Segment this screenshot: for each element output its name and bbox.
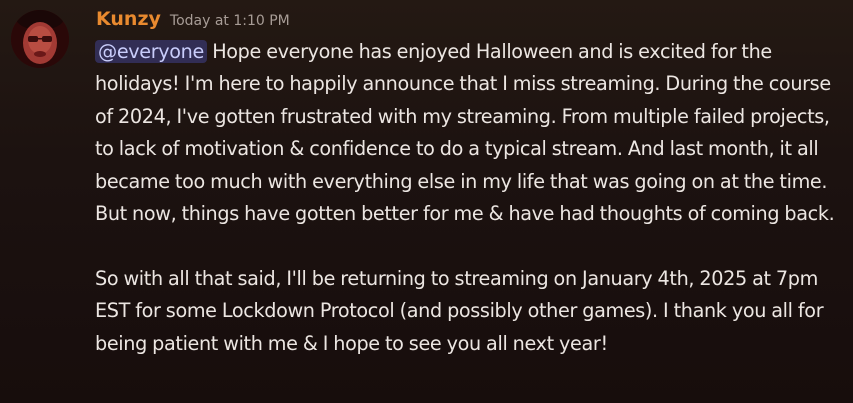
avatar[interactable]	[11, 10, 69, 68]
username[interactable]: Kunzy	[96, 8, 161, 30]
message-paragraph-2: So with all that said, I'll be returning…	[95, 266, 824, 355]
message-header: Kunzy Today at 1:10 PM	[96, 8, 290, 30]
everyone-mention[interactable]: @everyone	[95, 40, 207, 63]
paragraph-1-text: Hope everyone has enjoyed Halloween and …	[95, 40, 835, 226]
chat-message: Kunzy Today at 1:10 PM @everyone Hope ev…	[0, 0, 853, 403]
timestamp[interactable]: Today at 1:10 PM	[170, 13, 290, 29]
avatar-image-icon	[11, 10, 69, 68]
message-content: @everyone Hope everyone has enjoyed Hall…	[95, 36, 835, 360]
message-paragraph-1: @everyone Hope everyone has enjoyed Hall…	[95, 36, 835, 230]
